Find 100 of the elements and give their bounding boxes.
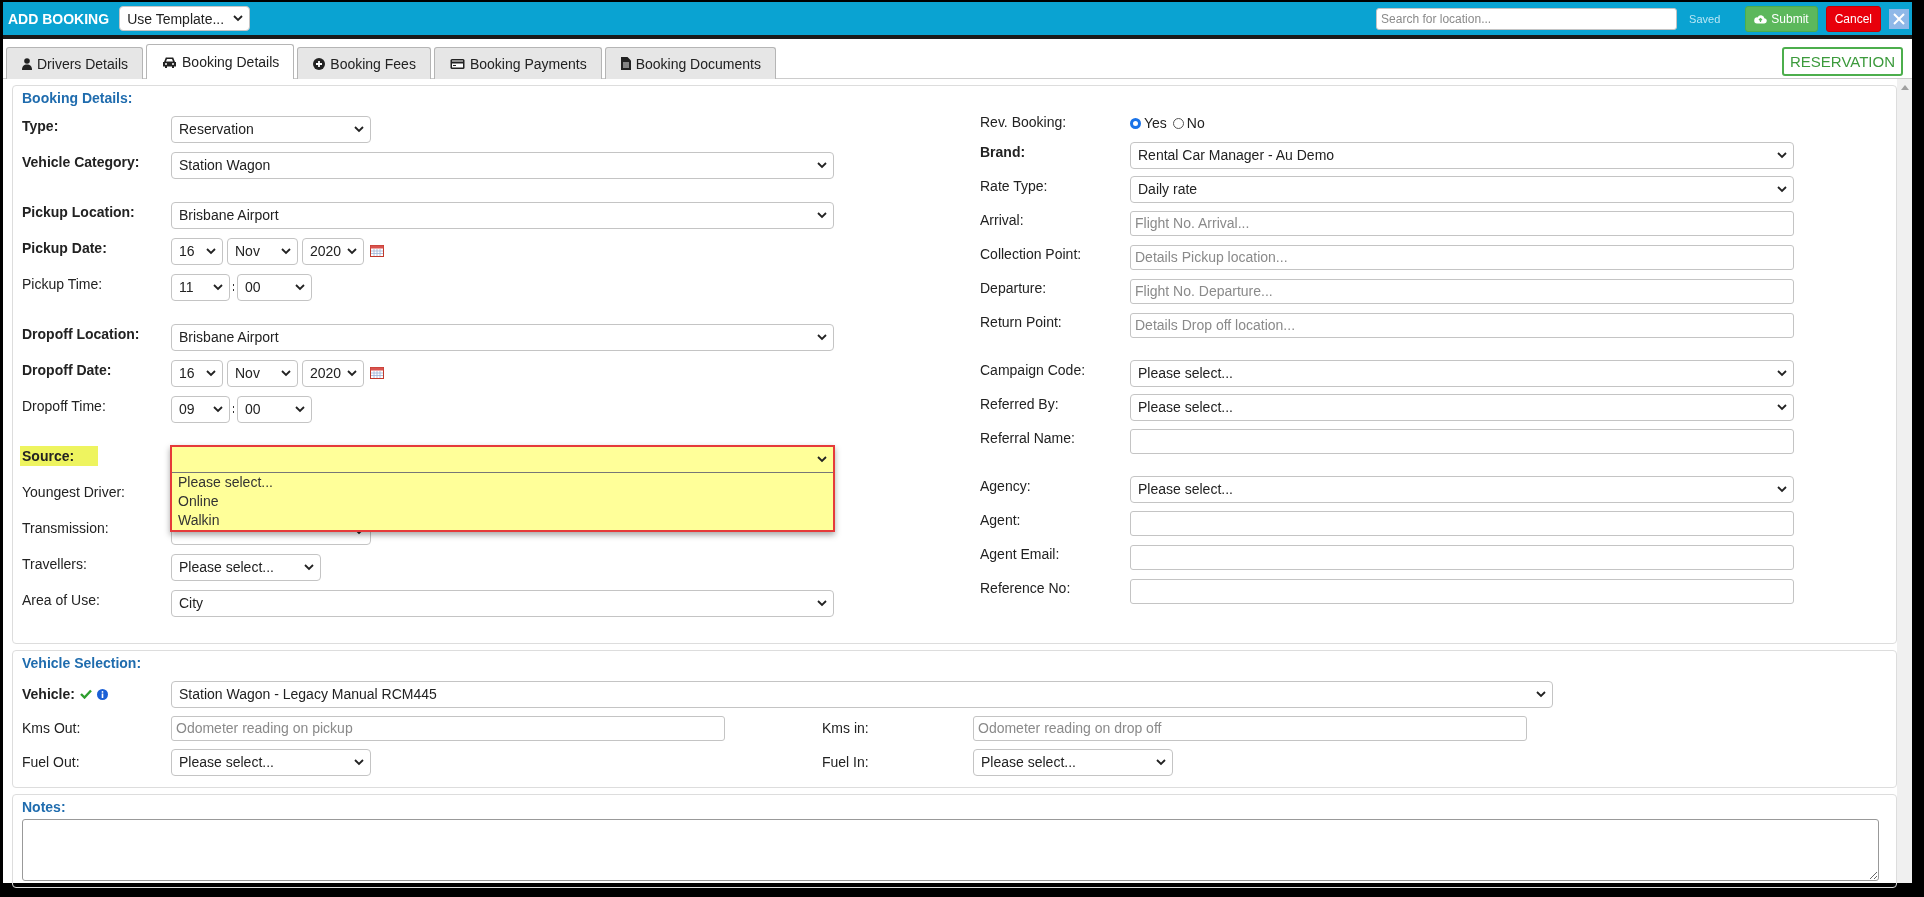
input-field[interactable] — [1130, 510, 1794, 536]
section-title: Vehicle Selection: — [22, 655, 143, 673]
car-icon — [162, 56, 177, 68]
field-label: Pickup Date: — [22, 240, 107, 256]
notes-field[interactable] — [22, 819, 1879, 881]
dropdown-field[interactable]: 11 — [171, 273, 230, 301]
input-field[interactable]: Odometer reading on drop off — [973, 715, 1527, 741]
field-label: Referred By: — [980, 396, 1059, 412]
field-label: Arrival: — [980, 212, 1024, 228]
chevron-icon — [1536, 690, 1546, 698]
dropdown-field[interactable]: Brisbane Airport — [171, 201, 834, 229]
field-label: Agent: — [980, 512, 1021, 528]
dropdown-field[interactable]: 16 — [171, 237, 223, 265]
open-dropdown[interactable]: Please select... Online Walkin — [170, 444, 835, 532]
chevron-icon — [1777, 403, 1787, 411]
input-field[interactable]: Details Drop off location... — [1130, 312, 1794, 338]
field-label: Agency: — [980, 478, 1031, 494]
field-label: Agent Email: — [980, 546, 1060, 562]
field-label: Return Point: — [980, 314, 1062, 330]
dropdown-field[interactable]: Station Wagon — [171, 151, 834, 179]
dropdown-field[interactable]: Daily rate — [1130, 175, 1794, 203]
field-label: Departure: — [980, 280, 1047, 296]
page-title: ADD BOOKING — [8, 10, 110, 27]
field-label: Pickup Location: — [22, 204, 135, 220]
input-field[interactable] — [1130, 544, 1794, 570]
section-title: Notes: — [22, 799, 67, 817]
input-field[interactable]: Search for location... — [1376, 7, 1678, 30]
tab[interactable]: Drivers Details — [6, 47, 143, 79]
field-label: Youngest Driver: — [22, 484, 125, 500]
chevron-icon — [347, 247, 358, 255]
field-label: Type: — [22, 118, 59, 134]
chevron-icon — [206, 247, 216, 255]
dropdown-field[interactable]: 2020 — [302, 237, 364, 265]
chevron-icon — [354, 758, 364, 766]
cancel-button[interactable]: Cancel — [1825, 5, 1881, 32]
dropdown-field[interactable]: Please select... — [171, 748, 371, 776]
chevron-icon — [213, 283, 223, 291]
input-field[interactable]: Flight No. Arrival... — [1130, 210, 1794, 236]
field-label: Area of Use: — [22, 592, 100, 608]
input-field[interactable]: Flight No. Departure... — [1130, 278, 1794, 304]
dropdown-field[interactable]: 00 — [237, 273, 312, 301]
chevron-icon — [817, 211, 827, 219]
radio-option[interactable]: Yes — [1130, 115, 1167, 131]
document-icon — [620, 57, 631, 70]
dropdown-field[interactable]: 00 — [237, 395, 312, 423]
dropdown-field[interactable]: 09 — [171, 395, 230, 423]
plus-circle-icon — [313, 57, 326, 70]
scrollbar[interactable] — [1897, 79, 1912, 883]
dropdown-field[interactable]: Please select... — [973, 748, 1173, 776]
dropdown-field[interactable]: Please select... — [1130, 359, 1794, 387]
chevron-icon — [1777, 151, 1787, 159]
field-label: Vehicle Category: — [22, 154, 140, 170]
chevron-icon — [1777, 369, 1787, 377]
input-field[interactable]: Details Pickup location... — [1130, 244, 1794, 270]
dropdown-option[interactable]: Online — [172, 491, 833, 511]
tab[interactable]: Booking Payments — [433, 47, 602, 79]
input-field[interactable] — [1130, 578, 1794, 604]
dropdown-field[interactable]: 2020 — [302, 359, 364, 387]
input-field[interactable]: Odometer reading on pickup — [171, 715, 725, 741]
tab[interactable]: Booking Details — [146, 44, 295, 79]
chevron-icon — [347, 369, 358, 377]
field-label: Source: — [20, 446, 99, 466]
field-label: Rev. Booking: — [980, 114, 1067, 130]
chevron-icon — [281, 247, 291, 255]
input-field[interactable] — [1130, 428, 1794, 454]
dropdown-field[interactable]: Nov — [227, 359, 298, 387]
dropdown-field[interactable]: Please select... — [1130, 393, 1794, 421]
dropdown-field[interactable]: Reservation — [171, 115, 371, 143]
calendar-icon — [370, 245, 384, 257]
dropdown-field[interactable]: Nov — [227, 237, 298, 265]
field-label: Transmission: — [22, 520, 109, 536]
close-button[interactable] — [1889, 8, 1909, 29]
chevron-icon — [817, 599, 827, 607]
chevron-icon — [295, 405, 305, 413]
chevron-icon — [295, 283, 305, 291]
saved-status: Saved — [1689, 12, 1721, 25]
dropdown-option[interactable]: Please select... — [172, 472, 833, 492]
radio-option[interactable]: No — [1172, 115, 1205, 131]
credit-card-icon — [449, 57, 465, 70]
status-badge: RESERVATION — [1781, 47, 1903, 76]
dropdown-option[interactable]: Walkin — [172, 510, 833, 530]
field-label: Kms in: — [822, 720, 869, 736]
dropdown-field[interactable]: City — [171, 589, 834, 617]
dropdown-field[interactable]: Please select... — [1130, 475, 1794, 503]
dropdown-field[interactable]: Brisbane Airport — [171, 323, 834, 351]
field-label: Kms Out: — [22, 720, 81, 736]
dropdown-field[interactable]: Please select... — [171, 553, 321, 581]
dropdown-field[interactable]: Use Template... — [119, 6, 251, 31]
chevron-icon — [817, 161, 827, 169]
user-icon — [22, 57, 32, 70]
tab[interactable]: Booking Fees — [297, 47, 431, 79]
dropdown-field[interactable]: Rental Car Manager - Au Demo — [1130, 141, 1794, 169]
field-label: Dropoff Location: — [22, 326, 140, 342]
tab[interactable]: Booking Documents — [604, 47, 776, 79]
dropdown-field[interactable]: Station Wagon - Legacy Manual RCM445 — [171, 680, 1553, 708]
field-label: Collection Point: — [980, 246, 1082, 262]
chevron-icon — [206, 369, 216, 377]
chevron-icon — [1777, 485, 1787, 493]
field-label: Fuel In: — [822, 754, 869, 770]
dropdown-field[interactable]: 16 — [171, 359, 223, 387]
